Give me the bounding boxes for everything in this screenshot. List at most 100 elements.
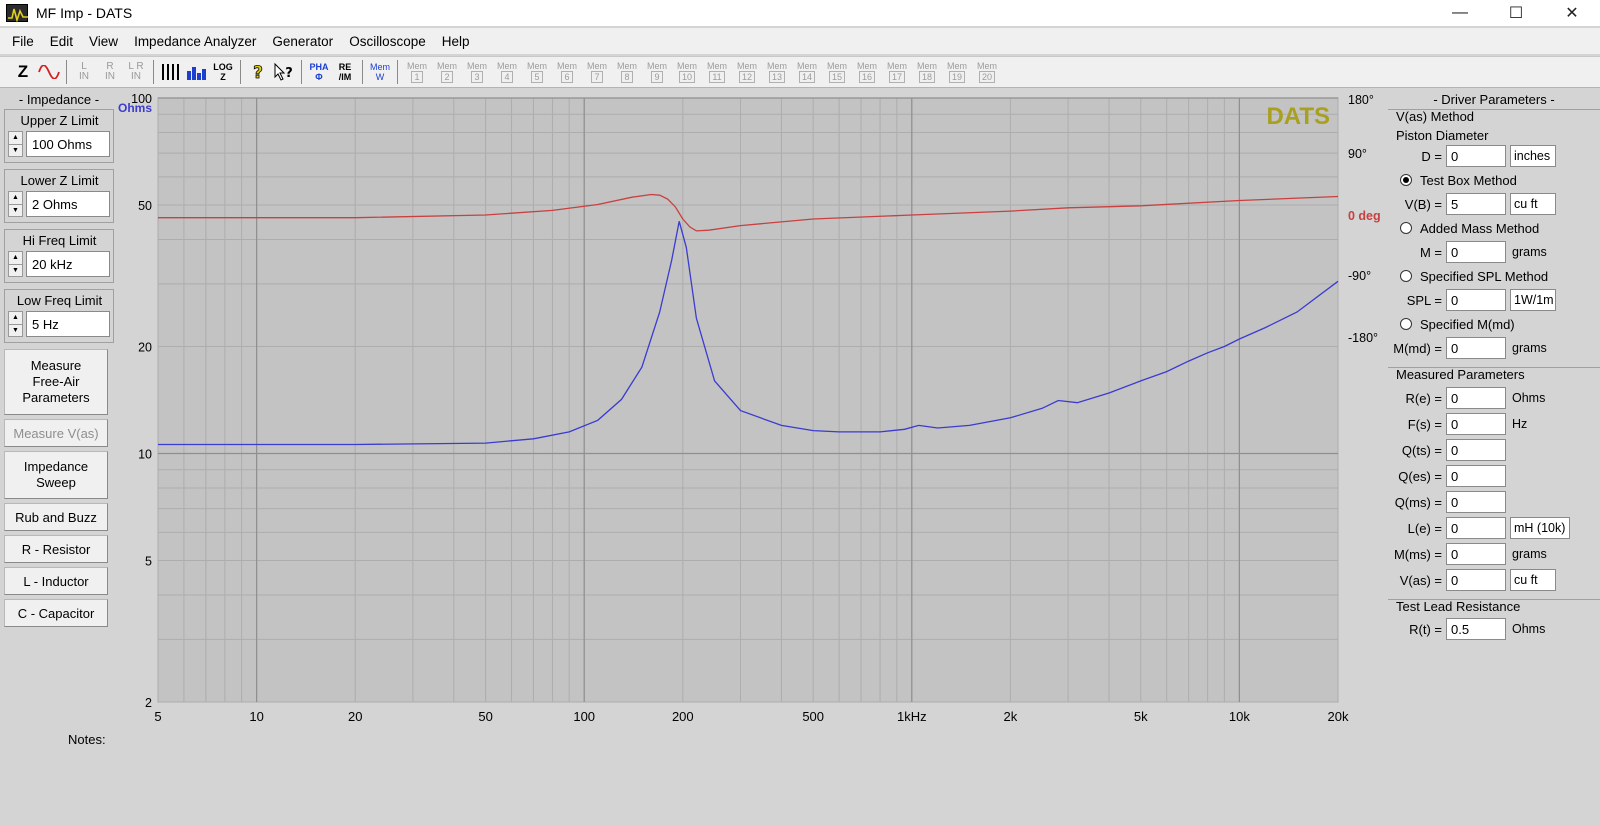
menu-edit[interactable]: Edit bbox=[42, 34, 81, 49]
low-freq-input[interactable]: 5 Hz bbox=[26, 311, 110, 337]
measured-param-unit: mH (10k) bbox=[1510, 517, 1570, 539]
memory-slot-10[interactable]: Mem 10 bbox=[672, 59, 702, 85]
memory-slot-20[interactable]: Mem 20 bbox=[972, 59, 1002, 85]
hi-freq-spinner[interactable]: ▲ ▼ bbox=[8, 251, 23, 277]
vas-method-label: V(as) Method bbox=[1396, 109, 1475, 124]
minimize-button[interactable]: — bbox=[1432, 0, 1488, 26]
memory-slot-1[interactable]: Mem 1 bbox=[402, 59, 432, 85]
memory-slot-16[interactable]: Mem 16 bbox=[852, 59, 882, 85]
vb-unit[interactable]: cu ft bbox=[1510, 193, 1556, 215]
spl-unit[interactable]: 1W/1m bbox=[1510, 289, 1556, 311]
inductor-button[interactable]: L - Inductor bbox=[4, 567, 108, 595]
capacitor-button[interactable]: C - Capacitor bbox=[4, 599, 108, 627]
plot-area[interactable] bbox=[157, 97, 1339, 703]
memory-slot-number: 2 bbox=[441, 71, 453, 83]
upper-z-group: Upper Z Limit ▲ ▼ 100 Ohms bbox=[4, 109, 114, 163]
bars-icon[interactable] bbox=[158, 59, 184, 85]
memory-slot-12[interactable]: Mem 12 bbox=[732, 59, 762, 85]
memory-slot-15[interactable]: Mem 15 bbox=[822, 59, 852, 85]
spin-down-icon[interactable]: ▼ bbox=[9, 325, 22, 337]
memory-slot-11[interactable]: Mem 11 bbox=[702, 59, 732, 85]
spl-input[interactable]: 0 bbox=[1446, 289, 1506, 311]
mmd-input[interactable]: 0 bbox=[1446, 337, 1506, 359]
upper-z-label: Upper Z Limit bbox=[20, 113, 99, 128]
piston-diameter-label: Piston Diameter bbox=[1396, 128, 1489, 143]
test-lead-resistance-label: Test Lead Resistance bbox=[1396, 599, 1521, 614]
left-input-button[interactable]: L IN bbox=[71, 59, 97, 85]
measured-param-value[interactable]: 0 bbox=[1446, 491, 1506, 513]
rub-and-buzz-button[interactable]: Rub and Buzz bbox=[4, 503, 108, 531]
lower-z-spinner[interactable]: ▲ ▼ bbox=[8, 191, 23, 217]
memory-slot-7[interactable]: Mem 7 bbox=[582, 59, 612, 85]
memory-write-button[interactable]: Mem W bbox=[367, 59, 393, 85]
added-mass-label: Added Mass Method bbox=[1420, 220, 1540, 236]
measured-param-value[interactable]: 0 bbox=[1446, 387, 1506, 409]
memory-slot-9[interactable]: Mem 9 bbox=[642, 59, 672, 85]
memory-slot-13[interactable]: Mem 13 bbox=[762, 59, 792, 85]
d-input[interactable]: 0 bbox=[1446, 145, 1506, 167]
measured-param-value[interactable]: 0 bbox=[1446, 439, 1506, 461]
maximize-button[interactable]: ☐ bbox=[1488, 0, 1544, 26]
upper-z-spinner[interactable]: ▲ ▼ bbox=[8, 131, 23, 157]
measured-param-value[interactable]: 0 bbox=[1446, 517, 1506, 539]
hi-freq-input[interactable]: 20 kHz bbox=[26, 251, 110, 277]
memory-slot-prefix: Mem bbox=[917, 61, 937, 71]
memory-slot-5[interactable]: Mem 5 bbox=[522, 59, 552, 85]
phase-button[interactable]: PHA Φ bbox=[306, 59, 332, 85]
spin-up-icon[interactable]: ▲ bbox=[9, 192, 22, 205]
menu-help[interactable]: Help bbox=[434, 34, 478, 49]
measure-vas-button[interactable]: Measure V(as) bbox=[4, 419, 108, 447]
test-box-radio[interactable] bbox=[1400, 174, 1412, 186]
spin-down-icon[interactable]: ▼ bbox=[9, 205, 22, 217]
rt-input[interactable]: 0.5 bbox=[1446, 618, 1506, 640]
measured-param-label: R(e) = bbox=[1405, 390, 1442, 406]
measure-free-air-button[interactable]: Measure Free-Air Parameters bbox=[4, 349, 108, 415]
close-button[interactable]: ✕ bbox=[1544, 0, 1600, 26]
low-freq-spinner[interactable]: ▲ ▼ bbox=[8, 311, 23, 337]
m-input[interactable]: 0 bbox=[1446, 241, 1506, 263]
menu-file[interactable]: File bbox=[4, 34, 42, 49]
spin-up-icon[interactable]: ▲ bbox=[9, 312, 22, 325]
impedance-mode-button[interactable]: Z bbox=[10, 59, 36, 85]
spin-down-icon[interactable]: ▼ bbox=[9, 145, 22, 157]
menu-view[interactable]: View bbox=[81, 34, 126, 49]
spin-down-icon[interactable]: ▼ bbox=[9, 265, 22, 277]
spin-up-icon[interactable]: ▲ bbox=[9, 132, 22, 145]
stereo-input-button[interactable]: L R IN bbox=[123, 59, 149, 85]
spl-method-radio[interactable] bbox=[1400, 270, 1412, 282]
measured-param-value[interactable]: 0 bbox=[1446, 569, 1506, 591]
d-unit[interactable]: inches bbox=[1510, 145, 1556, 167]
lower-z-input[interactable]: 2 Ohms bbox=[26, 191, 110, 217]
menu-generator[interactable]: Generator bbox=[264, 34, 341, 49]
specified-mmd-radio[interactable] bbox=[1400, 318, 1412, 330]
right-input-button[interactable]: R IN bbox=[97, 59, 123, 85]
spin-up-icon[interactable]: ▲ bbox=[9, 252, 22, 265]
measured-param-value[interactable]: 0 bbox=[1446, 543, 1506, 565]
help-icon[interactable]: ? bbox=[245, 59, 271, 85]
histogram-icon[interactable] bbox=[184, 59, 210, 85]
memory-slot-4[interactable]: Mem 4 bbox=[492, 59, 522, 85]
measured-param-value[interactable]: 0 bbox=[1446, 465, 1506, 487]
memory-slot-prefix: Mem bbox=[467, 61, 487, 71]
menu-impedance-analyzer[interactable]: Impedance Analyzer bbox=[126, 34, 264, 49]
memory-slot-18[interactable]: Mem 18 bbox=[912, 59, 942, 85]
impedance-sweep-button[interactable]: Impedance Sweep bbox=[4, 451, 108, 499]
resistor-button[interactable]: R - Resistor bbox=[4, 535, 108, 563]
memory-slot-14[interactable]: Mem 14 bbox=[792, 59, 822, 85]
memory-slot-17[interactable]: Mem 17 bbox=[882, 59, 912, 85]
sine-wave-icon[interactable] bbox=[36, 59, 62, 85]
real-imag-button[interactable]: RE /IM bbox=[332, 59, 358, 85]
context-help-icon[interactable]: ? bbox=[271, 59, 297, 85]
memory-slot-19[interactable]: Mem 19 bbox=[942, 59, 972, 85]
impedance-chart[interactable]: 5 10 20 50 100 200 500 1kHz 2k 5k 10k 20k 2 5 10 20 50 10… bbox=[116, 90, 1386, 728]
added-mass-radio[interactable] bbox=[1400, 222, 1412, 234]
memory-slot-6[interactable]: Mem 6 bbox=[552, 59, 582, 85]
measured-param-value[interactable]: 0 bbox=[1446, 413, 1506, 435]
vb-input[interactable]: 5 bbox=[1446, 193, 1506, 215]
menu-oscilloscope[interactable]: Oscilloscope bbox=[341, 34, 434, 49]
memory-slot-8[interactable]: Mem 8 bbox=[612, 59, 642, 85]
memory-slot-2[interactable]: Mem 2 bbox=[432, 59, 462, 85]
log-z-button[interactable]: LOG Z bbox=[210, 59, 236, 85]
upper-z-input[interactable]: 100 Ohms bbox=[26, 131, 110, 157]
memory-slot-3[interactable]: Mem 3 bbox=[462, 59, 492, 85]
